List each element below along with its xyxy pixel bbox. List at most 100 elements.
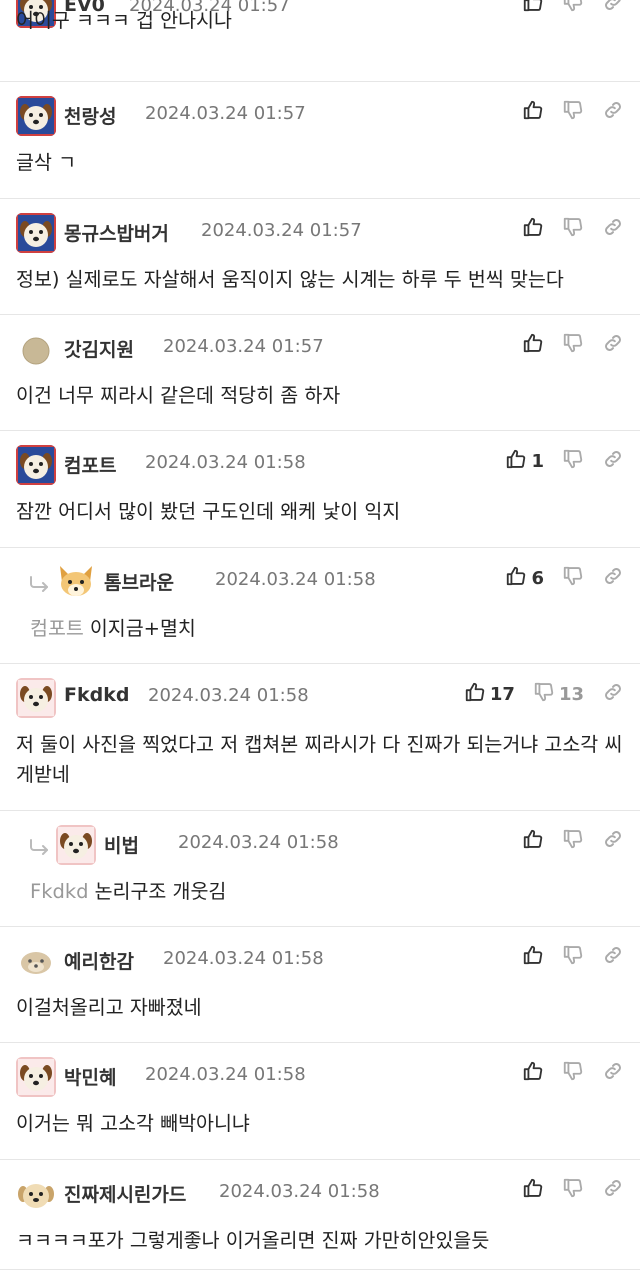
comment-actions: [504, 215, 624, 243]
comment-item: 갓김지원 2024.03.24 01:57 이건 너무 찌라시 같은데 적당히 좀 …: [0, 315, 640, 431]
timestamp: 2024.03.24 01:57: [163, 336, 324, 357]
avatar[interactable]: [56, 825, 96, 865]
nickname[interactable]: Fkdkd: [64, 684, 129, 706]
comment-item: 예리한감 2024.03.24 01:58 이걸처올리고 자빠졌네: [0, 927, 640, 1043]
like-button[interactable]: [522, 1177, 544, 1204]
link-icon: [602, 448, 624, 475]
comment-text: 잠깐 어디서 많이 봤던 구도인데 왜케 낯이 익지: [16, 500, 401, 523]
comment-header: 진짜제시린가드 2024.03.24 01:58: [16, 1174, 624, 1208]
nickname[interactable]: 컴포트: [64, 451, 116, 478]
comment-item: 진짜제시린가드 2024.03.24 01:58 ㅋㅋㅋㅋ포가 그렇게좋나 이거올리…: [0, 1160, 640, 1270]
thumbs-down-icon: [562, 448, 584, 475]
share-link-button[interactable]: [602, 216, 624, 243]
like-button[interactable]: [522, 332, 544, 359]
timestamp: 2024.03.24 01:58: [219, 1181, 380, 1202]
nickname[interactable]: 진짜제시린가드: [64, 1180, 186, 1207]
timestamp: 2024.03.24 01:58: [145, 1064, 306, 1085]
dislike-button[interactable]: [562, 216, 584, 243]
comment-item: Fkdkd 2024.03.24 01:58 17 13 저 둘이 사진을 찍었다고 저…: [0, 664, 640, 811]
timestamp: 2024.03.24 01:57: [201, 220, 362, 241]
comment-header: 예리한감 2024.03.24 01:58: [16, 941, 624, 974]
like-button[interactable]: 1: [505, 448, 544, 475]
avatar[interactable]: [16, 213, 56, 253]
share-link-button[interactable]: [602, 332, 624, 359]
comment-header: 몽규스밥버거 2024.03.24 01:57: [16, 213, 624, 253]
nickname[interactable]: 몽규스밥버거: [64, 219, 169, 246]
dislike-button[interactable]: 13: [533, 681, 584, 708]
avatar[interactable]: [16, 1174, 56, 1214]
comment-body: 이건 너무 찌라시 같은데 적당히 좀 하자: [16, 381, 626, 411]
avatar[interactable]: [56, 562, 96, 602]
comment-body: Fkdkd 논리구조 개웃김: [30, 877, 626, 907]
avatar[interactable]: [16, 329, 56, 369]
thumbs-up-icon: [505, 448, 527, 475]
share-link-button[interactable]: [602, 1177, 624, 1204]
thumbs-up-icon: [464, 681, 486, 708]
like-button[interactable]: [522, 99, 544, 126]
dislike-button[interactable]: [562, 565, 584, 592]
share-link-button[interactable]: [602, 1060, 624, 1087]
comment-actions: [504, 1059, 624, 1087]
avatar[interactable]: [16, 941, 56, 981]
thumbs-down-icon: [562, 944, 584, 971]
dislike-button[interactable]: [562, 448, 584, 475]
like-count: 6: [531, 567, 544, 589]
comment-body: 저 둘이 사진을 찍었다고 저 캡쳐본 찌라시가 다 진짜가 되는거냐 고소각 …: [16, 730, 626, 790]
link-icon: [602, 99, 624, 126]
dislike-button[interactable]: [562, 828, 584, 855]
dislike-button[interactable]: [562, 944, 584, 971]
share-link-button[interactable]: [602, 448, 624, 475]
link-icon: [602, 1060, 624, 1087]
share-link-button[interactable]: [602, 828, 624, 855]
comment-actions: [504, 1176, 624, 1204]
comment-actions: 17 13: [446, 680, 624, 708]
avatar[interactable]: [16, 445, 56, 485]
comment-text: 이건 너무 찌라시 같은데 적당히 좀 하자: [16, 384, 341, 407]
thumbs-down-icon: [562, 828, 584, 855]
comment-header: 박민혜 2024.03.24 01:58: [16, 1057, 624, 1097]
share-link-button[interactable]: [602, 944, 624, 971]
mention-nickname[interactable]: Fkdkd: [30, 880, 89, 903]
comment-item: 박민혜 2024.03.24 01:58 이거는 뭐 고소각 빼박아니냐: [0, 1043, 640, 1160]
like-button[interactable]: [522, 216, 544, 243]
like-button[interactable]: [522, 828, 544, 855]
comment-item: 천랑성 2024.03.24 01:57 글삭 ㄱ: [0, 82, 640, 199]
nickname[interactable]: 박민혜: [64, 1063, 116, 1090]
like-count: 17: [489, 683, 515, 705]
nickname[interactable]: 비법: [104, 831, 139, 858]
like-button[interactable]: [522, 944, 544, 971]
share-link-button[interactable]: [602, 681, 624, 708]
mention-nickname[interactable]: 컴포트: [30, 617, 84, 640]
comment-body: 이걸처올리고 자빠졌네: [16, 993, 626, 1023]
dislike-button[interactable]: [562, 1060, 584, 1087]
comment-text: 글삭 ㄱ: [16, 151, 77, 174]
dislike-button[interactable]: [562, 332, 584, 359]
timestamp: 2024.03.24 01:58: [215, 569, 376, 590]
thumbs-up-icon: [522, 216, 544, 243]
avatar[interactable]: [16, 96, 56, 136]
nickname[interactable]: 갓김지원: [64, 335, 134, 362]
timestamp: 2024.03.24 01:58: [145, 452, 306, 473]
avatar[interactable]: [16, 678, 56, 718]
reply-item: 톰브라운 2024.03.24 01:58 6 컴포트 이지금+멸치: [0, 548, 640, 664]
like-button[interactable]: 6: [505, 565, 544, 592]
comment-body: 어이구 ㅋㅋㅋ 겁 안나시나: [16, 6, 626, 36]
timestamp: 2024.03.24 01:58: [178, 832, 339, 853]
share-link-button[interactable]: [602, 99, 624, 126]
dislike-button[interactable]: [562, 1177, 584, 1204]
nickname[interactable]: 톰브라운: [104, 568, 174, 595]
comment-body: ㅋㅋㅋㅋ포가 그렇게좋나 이거올리면 진짜 가만히안있을듯: [16, 1226, 626, 1256]
comment-text: 어이구 ㅋㅋㅋ 겁 안나시나: [16, 9, 232, 32]
link-icon: [602, 944, 624, 971]
reply-arrow-icon: [28, 839, 50, 855]
dislike-button[interactable]: [562, 99, 584, 126]
like-button[interactable]: 17: [464, 681, 515, 708]
nickname[interactable]: 천랑성: [64, 102, 116, 129]
like-button[interactable]: [522, 1060, 544, 1087]
link-icon: [602, 1177, 624, 1204]
nickname[interactable]: 예리한감: [64, 947, 134, 974]
share-link-button[interactable]: [602, 565, 624, 592]
avatar[interactable]: [16, 1057, 56, 1097]
link-icon: [602, 332, 624, 359]
comment-header: 컴포트 2024.03.24 01:58 1: [16, 445, 624, 485]
